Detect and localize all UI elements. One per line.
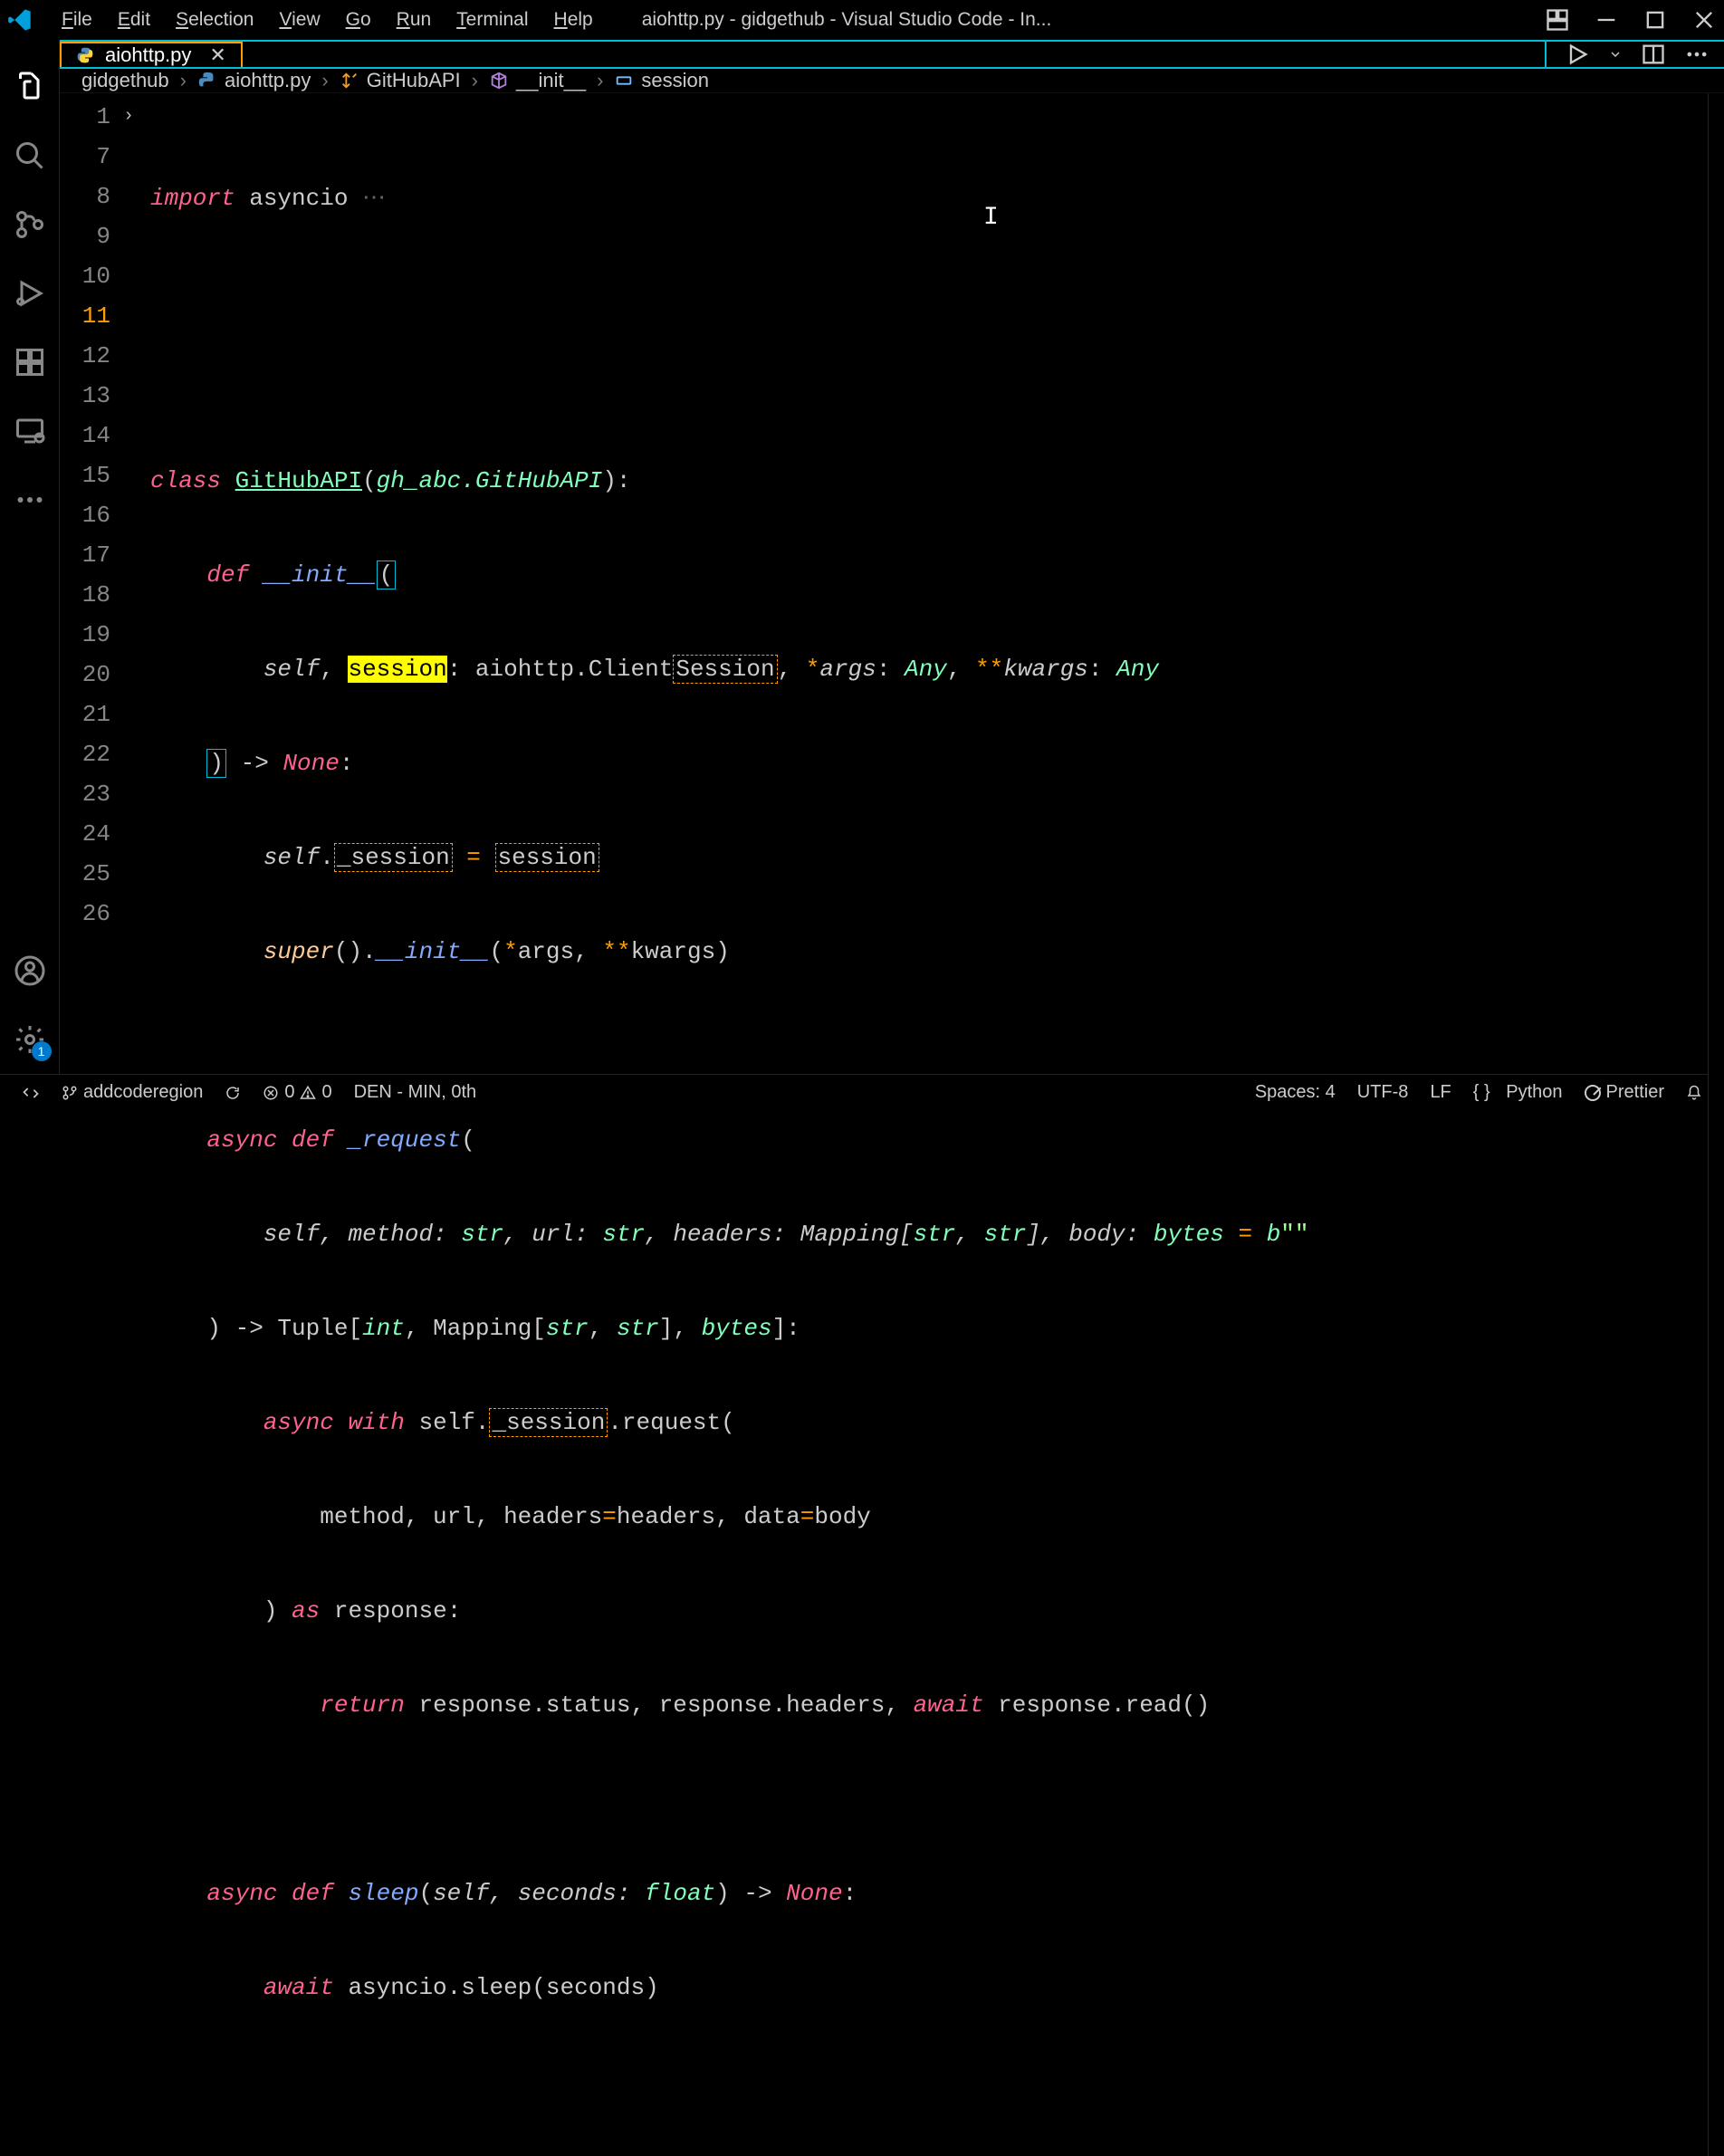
breadcrumbs[interactable]: gidgethub › aiohttp.py › GitHubAPI › __i… [60,69,1724,93]
accounts-icon[interactable] [8,949,52,992]
breadcrumb-repo[interactable]: gidgethub [81,69,169,92]
code-content[interactable]: I import asyncio ⋯ class GitHubAPI(gh_ab… [150,93,1708,2156]
tab-filename: aiohttp.py [105,43,191,67]
minimize-button[interactable] [1594,7,1619,33]
explorer-icon[interactable] [8,65,52,109]
close-button[interactable] [1691,7,1717,33]
window-title: aiohttp.py - gidgethub - Visual Studio C… [606,9,1545,31]
minimap[interactable] [1708,93,1724,2156]
chevron-right-icon: › [180,69,187,92]
activity-bar: 1 [0,40,60,1074]
menu-terminal[interactable]: Terminal [444,5,541,34]
tab-bar: aiohttp.py ✕ [60,42,1724,69]
layout-icon[interactable] [1545,7,1570,33]
fold-column: › [123,93,150,2156]
line-number-gutter: 1 7 8 9 10 11 12 13 14 15 16 17 18 19 20… [60,93,123,2156]
class-symbol-icon [340,71,359,91]
chevron-right-icon: › [597,69,603,92]
settings-badge: 1 [32,1041,52,1061]
variable-symbol-icon [614,71,634,91]
python-file-icon [76,46,94,64]
search-icon[interactable] [8,134,52,177]
menu-file[interactable]: File [49,5,105,34]
breadcrumb-class[interactable]: GitHubAPI [340,69,461,92]
title-bar: File Edit Selection View Go Run Terminal… [0,0,1724,40]
method-symbol-icon [489,71,509,91]
editor-area: aiohttp.py ✕ gidgethub › [60,40,1724,1074]
menu-go[interactable]: Go [333,5,384,34]
tab-aiohttp[interactable]: aiohttp.py ✕ [60,42,243,67]
menu-edit[interactable]: Edit [105,5,163,34]
run-file-button[interactable] [1565,42,1590,67]
extensions-icon[interactable] [8,340,52,384]
python-file-icon [197,71,217,91]
more-icon[interactable] [8,478,52,522]
split-editor-button[interactable] [1641,42,1666,67]
vscode-logo-icon [7,7,33,33]
chevron-right-icon: › [321,69,328,92]
breadcrumb-method[interactable]: __init__ [489,69,586,92]
menu-help[interactable]: Help [541,5,606,34]
maximize-button[interactable] [1643,7,1668,33]
remote-indicator[interactable] [11,1084,51,1102]
settings-gear-icon[interactable]: 1 [8,1018,52,1061]
menu-selection[interactable]: Selection [163,5,266,34]
fold-chevron-icon[interactable]: › [123,97,150,137]
code-editor[interactable]: 1 7 8 9 10 11 12 13 14 15 16 17 18 19 20… [60,93,1724,2156]
remote-explorer-icon[interactable] [8,409,52,453]
run-debug-icon[interactable] [8,272,52,315]
chevron-right-icon: › [472,69,478,92]
prettier-check-icon [1585,1085,1601,1101]
menu-view[interactable]: View [266,5,332,34]
breadcrumb-symbol[interactable]: session [614,69,709,92]
source-control-icon[interactable] [8,203,52,246]
tab-close-icon[interactable]: ✕ [209,43,225,67]
breadcrumb-file[interactable]: aiohttp.py [197,69,311,92]
editor-more-icon[interactable] [1684,42,1710,67]
run-dropdown-icon[interactable] [1608,42,1623,67]
menu-run[interactable]: Run [384,5,445,34]
